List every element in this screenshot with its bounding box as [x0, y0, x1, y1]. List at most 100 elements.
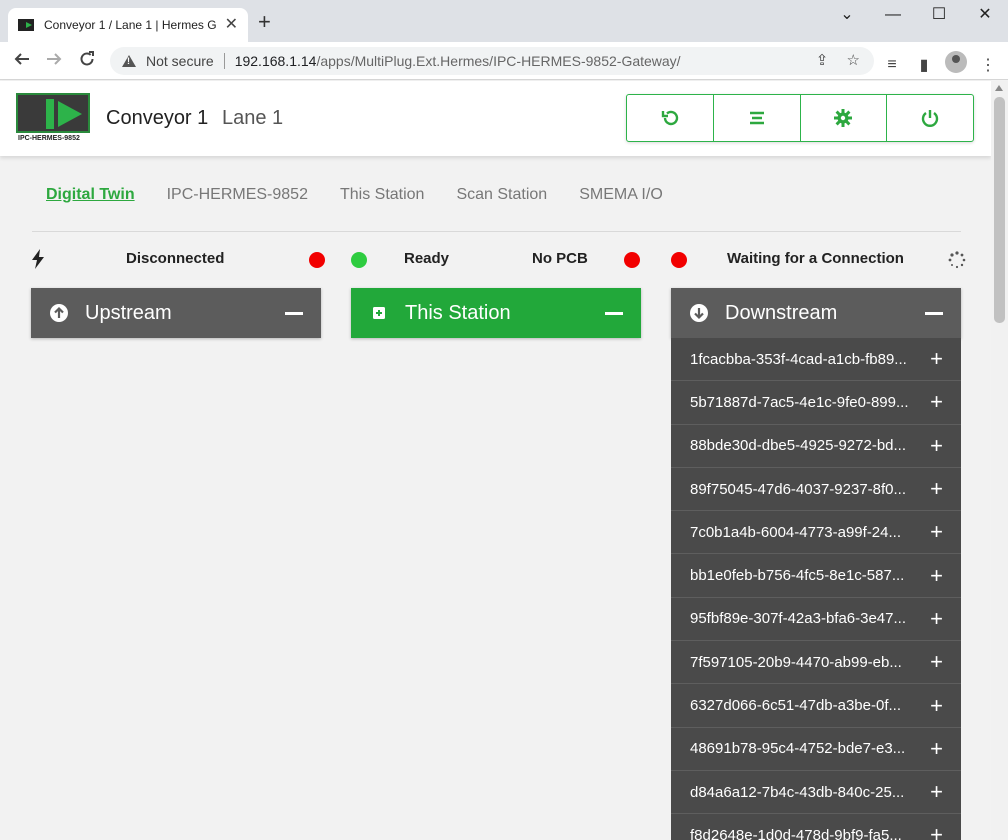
upstream-title: Upstream — [85, 301, 172, 324]
power-button[interactable] — [887, 95, 973, 141]
expand-icon[interactable]: + — [930, 564, 943, 587]
plus-square-icon — [373, 307, 385, 319]
downstream-panel-header[interactable]: Downstream — [671, 288, 961, 338]
app-header: IPC-HERMES-9852 Conveyor 1 Lane 1 — [0, 81, 991, 156]
upstream-status: Disconnected — [126, 250, 225, 267]
board-id: bb1e0feb-b756-4fc5-8e1c-587... — [690, 567, 905, 585]
divider — [32, 231, 961, 232]
reload-icon[interactable] — [75, 50, 99, 72]
list-item[interactable]: 88bde30d-dbe5-4925-9272-bd... + — [671, 425, 961, 468]
board-id: 5b71887d-7ac5-4e1c-9fe0-899... — [690, 393, 909, 411]
list-item[interactable]: 5b71887d-7ac5-4e1c-9fe0-899... + — [671, 381, 961, 425]
profile-icon — [945, 51, 967, 73]
station-status: Ready — [404, 250, 450, 267]
board-id: d84a6a12-7b4c-43db-840c-25... — [690, 783, 905, 801]
expand-icon[interactable]: + — [930, 781, 943, 803]
board-id: 7f597105-20b9-4470-ab99-eb... — [690, 653, 902, 671]
browser-tabbar: Conveyor 1 / Lane 1 | Hermes Gateway ✕ +… — [0, 0, 1008, 42]
minimize-button[interactable]: — — [870, 4, 916, 26]
profile-button[interactable] — [940, 51, 972, 78]
list-item[interactable]: bb1e0feb-b756-4fc5-8e1c-587... + — [671, 554, 961, 598]
url-path: /apps/MultiPlug.Ext.Hermes/IPC-HERMES-98… — [316, 53, 681, 69]
logo-text: IPC-HERMES-9852 — [18, 135, 80, 142]
collapse-icon[interactable] — [925, 311, 943, 315]
tab-digital-twin[interactable]: Digital Twin — [46, 186, 135, 204]
expand-icon[interactable]: + — [930, 824, 943, 840]
list-item[interactable]: 7f597105-20b9-4470-ab99-eb... + — [671, 641, 961, 685]
list-item[interactable]: f8d2648e-1d0d-478d-9bf9-fa5... + — [671, 814, 961, 840]
scroll-thumb[interactable] — [994, 97, 1005, 323]
list-item[interactable]: 89f75045-47d6-4037-9237-8f0... + — [671, 468, 961, 512]
downstream-status-dot — [671, 252, 687, 268]
not-secure-label[interactable]: Not secure — [146, 53, 214, 69]
expand-icon[interactable]: + — [930, 391, 943, 413]
close-window-button[interactable]: ✕ — [962, 4, 1008, 26]
settings-button[interactable] — [801, 95, 888, 141]
log-button[interactable] — [714, 95, 801, 141]
arrow-down-circle-icon — [690, 304, 708, 322]
scroll-up-icon[interactable] — [995, 85, 1003, 91]
logo-mark — [16, 93, 90, 133]
expand-icon[interactable]: + — [930, 737, 943, 760]
gear-icon — [834, 109, 853, 127]
address-bar[interactable]: Not secure 192.168.1.14 /apps/MultiPlug.… — [110, 47, 874, 75]
reset-button[interactable] — [627, 95, 714, 141]
board-id: 6327d066-6c51-47db-a3be-0f... — [690, 697, 901, 715]
tab-ipc-hermes[interactable]: IPC-HERMES-9852 — [167, 186, 308, 204]
downstream-title: Downstream — [725, 301, 838, 324]
collapse-icon[interactable] — [285, 311, 303, 315]
this-station-panel-header[interactable]: This Station — [351, 288, 641, 338]
board-id: 95fbf89e-307f-42a3-bfa6-3e47... — [690, 610, 906, 628]
expand-icon[interactable]: + — [930, 521, 943, 543]
list-item[interactable]: 6327d066-6c51-47db-a3be-0f... + — [671, 684, 961, 728]
favicon-icon — [18, 19, 34, 31]
tab-smema-io[interactable]: SMEMA I/O — [579, 186, 663, 204]
expand-icon[interactable]: + — [930, 348, 943, 370]
upstream-panel-header[interactable]: Upstream — [31, 288, 321, 338]
pcb-status: No PCB — [532, 250, 588, 267]
address-bar-actions: ⇪ ☆ — [802, 51, 860, 69]
tab-scan-station[interactable]: Scan Station — [456, 186, 547, 204]
back-arrow-icon[interactable] — [10, 50, 34, 72]
forward-arrow-icon[interactable] — [42, 50, 66, 72]
expand-icon[interactable]: + — [930, 694, 943, 717]
nav-tabs: Digital Twin IPC-HERMES-9852 This Statio… — [46, 186, 695, 204]
list-item[interactable]: 7c0b1a4b-6004-4773-a99f-24... + — [671, 511, 961, 555]
list-item[interactable]: 95fbf89e-307f-42a3-bfa6-3e47... + — [671, 598, 961, 642]
warning-icon[interactable] — [122, 55, 136, 67]
power-icon — [921, 110, 939, 127]
list-item[interactable]: 1fcacbba-353f-4cad-a1cb-fb89... + — [671, 338, 961, 382]
expand-icon[interactable]: + — [930, 607, 943, 630]
list-item[interactable]: d84a6a12-7b4c-43db-840c-25... + — [671, 771, 961, 815]
board-id: 7c0b1a4b-6004-4773-a99f-24... — [690, 523, 901, 541]
page-scrollbar[interactable] — [991, 81, 1008, 840]
arrow-up-circle-icon — [50, 304, 68, 322]
downstream-list: 1fcacbba-353f-4cad-a1cb-fb89... + 5b71887… — [671, 338, 961, 840]
star-icon[interactable]: ☆ — [847, 52, 860, 69]
board-id: f8d2648e-1d0d-478d-9bf9-fa5... — [690, 826, 902, 840]
bolt-icon — [32, 249, 44, 269]
board-id: 89f75045-47d6-4037-9237-8f0... — [690, 480, 907, 498]
url-host: 192.168.1.14 — [234, 53, 317, 69]
header-toolbar — [626, 94, 974, 142]
list-item[interactable]: 48691b78-95c4-4752-bde7-e3... + — [671, 728, 961, 771]
share-icon[interactable]: ⇪ — [816, 52, 829, 69]
tab-search-button[interactable]: ⌄ — [824, 4, 870, 26]
sidepanel-icon[interactable]: ▮ — [908, 55, 940, 75]
undo-icon — [661, 110, 679, 126]
browser-toolbar: Not secure 192.168.1.14 /apps/MultiPlug.… — [0, 42, 1008, 80]
pcb-status-dot — [624, 252, 640, 268]
spinner-icon — [948, 251, 966, 269]
menu-icon[interactable]: ⋮ — [972, 55, 1004, 75]
collapse-icon[interactable] — [605, 311, 623, 315]
expand-icon[interactable]: + — [930, 651, 943, 673]
media-icon[interactable]: ≡ — [876, 56, 908, 74]
browser-actions: ≡ ▮ ⋮ — [876, 51, 1004, 78]
expand-icon[interactable]: + — [930, 434, 943, 457]
new-tab-button[interactable]: + — [258, 11, 271, 33]
tab-close-icon[interactable]: ✕ — [225, 17, 238, 33]
tab-this-station[interactable]: This Station — [340, 186, 424, 204]
browser-tab[interactable]: Conveyor 1 / Lane 1 | Hermes Gateway ✕ — [8, 8, 248, 42]
expand-icon[interactable]: + — [930, 478, 943, 500]
maximize-button[interactable]: ☐ — [916, 4, 962, 26]
